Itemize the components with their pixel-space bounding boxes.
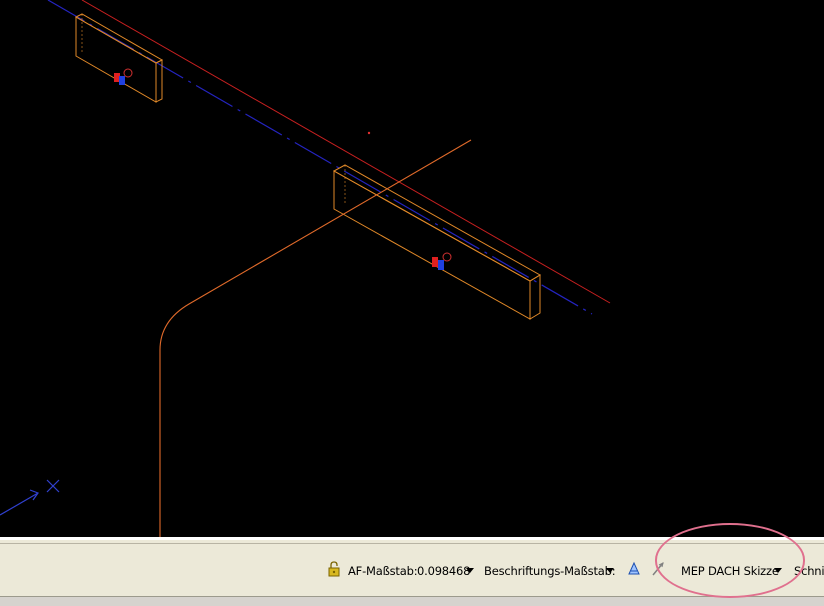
- af-scale-dropdown-arrow[interactable]: [466, 568, 474, 573]
- lock-icon[interactable]: [326, 561, 342, 577]
- duct-box-center[interactable]: [332, 164, 541, 320]
- ucs-icon: [0, 479, 60, 516]
- annotation-visibility-icon[interactable]: [626, 561, 642, 577]
- fitting-symbol-center: [432, 252, 452, 270]
- drawing-viewport[interactable]: [0, 0, 824, 537]
- orange-pipe-line: [159, 139, 472, 537]
- annotation-scale-label: Beschriftungs-Maßstab:: [484, 564, 616, 578]
- drawing-canvas[interactable]: [0, 0, 824, 537]
- red-point: [367, 131, 371, 135]
- af-scale-value[interactable]: 0.098468: [417, 564, 470, 578]
- fitting-symbol-upper: [114, 68, 133, 85]
- annotation-scale-dropdown-arrow[interactable]: [606, 568, 614, 573]
- red-guide-line: [81, 0, 611, 304]
- blue-center-line: [47, 0, 593, 315]
- af-scale-label: AF-Maßstab:: [348, 564, 418, 578]
- highlight-ellipse: [655, 523, 805, 598]
